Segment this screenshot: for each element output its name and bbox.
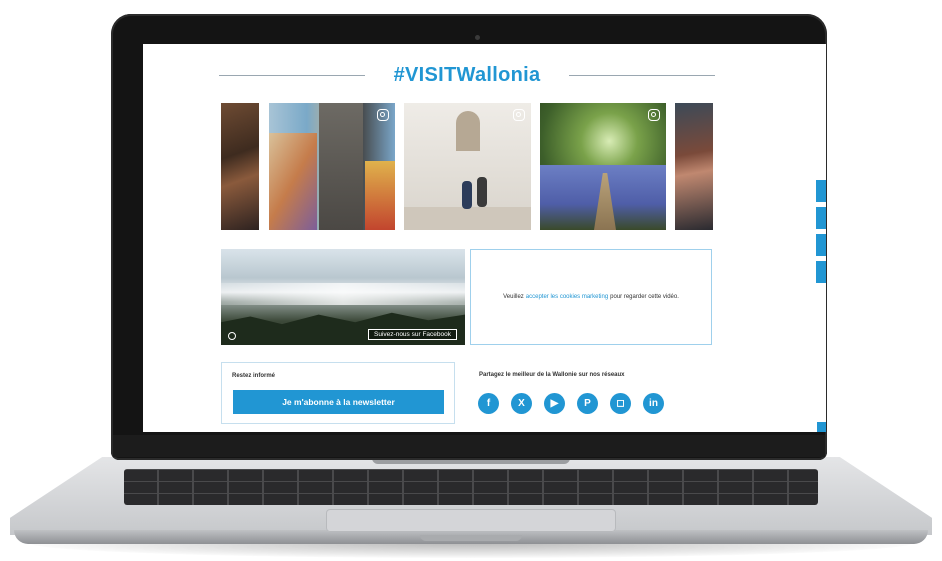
person-figure xyxy=(477,177,487,207)
side-tab-bar xyxy=(816,180,826,288)
cookie-text-before: Veuillez xyxy=(503,294,524,300)
video-mist xyxy=(221,283,465,305)
webcam xyxy=(475,35,480,40)
side-tab[interactable] xyxy=(816,234,826,256)
hashtag-header: #VISITWallonia xyxy=(219,62,715,88)
instagram-tile-portrait-edge[interactable] xyxy=(675,103,713,230)
instagram-icon xyxy=(648,109,660,121)
x-icon[interactable]: X xyxy=(511,393,532,414)
divider-right xyxy=(569,75,715,76)
laptop-front-notch xyxy=(420,535,522,541)
instagram-icon xyxy=(377,109,389,121)
instagram-tile-ceremony-hall[interactable] xyxy=(404,103,531,230)
instagram-icon[interactable]: ◻ xyxy=(610,393,631,414)
side-tab[interactable] xyxy=(816,180,826,202)
apartment-building xyxy=(319,103,363,230)
accept-cookies-link[interactable]: accepter les cookies marketing xyxy=(526,294,608,300)
play-icon[interactable] xyxy=(228,332,236,340)
facebook-icon[interactable]: f xyxy=(478,393,499,414)
laptop-screen: #VISITWallonia Suivez-nous sur Facebook … xyxy=(143,44,826,432)
side-tab[interactable] xyxy=(816,261,826,283)
instagram-icon xyxy=(513,109,525,121)
facebook-follow-button[interactable]: Suivez-nous sur Facebook xyxy=(368,329,457,340)
scroll-corner-mark xyxy=(817,422,826,432)
hashtag-title: #VISITWallonia xyxy=(393,64,541,86)
person-figure xyxy=(462,181,472,209)
cookie-notice: Veuillez accepter les cookies marketing … xyxy=(470,249,712,345)
colorful-facade xyxy=(365,161,395,230)
laptop-trackpad xyxy=(326,509,616,532)
laptop-screen-chin xyxy=(113,435,825,457)
newsletter-box: Restez informé Je m'abonne à la newslett… xyxy=(221,362,455,424)
social-links: f X ▶ P ◻ in xyxy=(478,393,664,415)
side-tab[interactable] xyxy=(816,207,826,229)
share-label: Partagez le meilleur de la Wallonie sur … xyxy=(479,372,625,378)
newsletter-subscribe-button[interactable]: Je m'abonne à la newsletter xyxy=(233,390,444,414)
cookie-text-after: pour regarder cette vidéo. xyxy=(610,294,679,300)
instagram-tile-bluebell-forest[interactable] xyxy=(540,103,666,230)
instagram-tile-street-art[interactable] xyxy=(221,103,259,230)
hall-arch xyxy=(456,111,480,151)
divider-left xyxy=(219,75,365,76)
instagram-tile-mural-building[interactable] xyxy=(269,103,395,230)
pinterest-icon[interactable]: P xyxy=(577,393,598,414)
hall-floor xyxy=(404,207,531,230)
laptop-keyboard xyxy=(124,469,818,505)
newsletter-label: Restez informé xyxy=(232,373,276,379)
youtube-icon[interactable]: ▶ xyxy=(544,393,565,414)
linkedin-icon[interactable]: in xyxy=(643,393,664,414)
mural-wall xyxy=(269,133,317,230)
facebook-video[interactable]: Suivez-nous sur Facebook xyxy=(221,249,465,345)
